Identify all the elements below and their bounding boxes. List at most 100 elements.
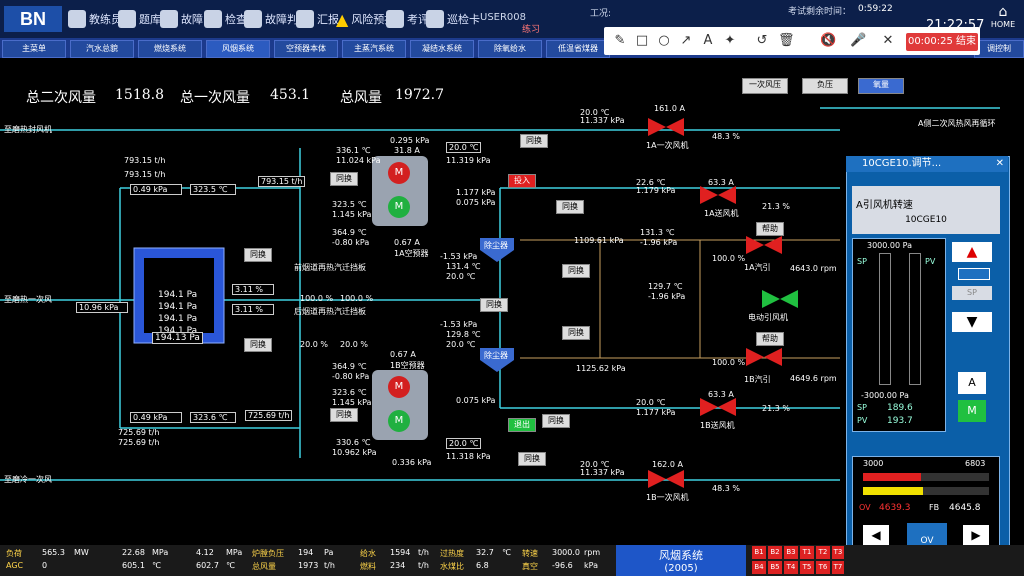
alarm-cell[interactable]: B3 [784,546,798,559]
load-unit: MW [74,548,89,557]
switch-button[interactable]: 同换 [562,264,590,278]
toolbar-patrol-button[interactable]: 巡检卡 [426,4,480,34]
nav-main-steam[interactable]: 主蒸汽系统 [342,40,406,58]
exit-button[interactable]: 退出 [508,418,536,432]
recirculation-label: A侧二次风热风再循环 [918,119,996,128]
toolbar-eval-button[interactable]: 考评 [386,4,429,34]
alarm-cell[interactable]: B2 [768,546,782,559]
value-label: -1.53 kPa [440,252,478,261]
trash-icon[interactable]: 🗑 [778,33,795,49]
close-icon[interactable]: ✕ [880,33,896,49]
patrol-icon [426,10,444,28]
alarm-cell[interactable]: T5 [800,561,814,574]
primary-air-pressure-button[interactable]: 一次风压 [742,78,788,94]
toolbar-report-button[interactable]: 汇报 [296,4,339,34]
alarm-cell[interactable]: T3 [832,546,844,559]
switch-button[interactable]: 同换 [244,338,272,352]
left-button[interactable]: ◀ [863,525,889,545]
nav-steam-water[interactable]: 汽水总貌 [70,40,134,58]
value-label: 161.0 A [654,104,685,113]
nav-feedwater[interactable]: 除氧给水 [478,40,542,58]
arrow-right-icon: ▶ [971,528,981,542]
value-label: -0.80 kPa [332,238,370,247]
alarm-cell[interactable]: T7 [832,561,844,574]
alarm-cell[interactable]: T6 [816,561,830,574]
motor-icon[interactable]: M [388,410,410,432]
switch-button[interactable]: 同换 [330,408,358,422]
switch-button[interactable]: 同换 [562,326,590,340]
home-button[interactable]: ⌂ HOME [986,4,1020,34]
motor-icon[interactable]: M [388,376,410,398]
toolbar-question-bank-button[interactable]: 题库 [118,4,161,34]
switch-button[interactable]: 同换 [244,248,272,262]
circle-icon[interactable]: ○ [656,33,672,49]
undo-icon[interactable]: ↺ [754,33,770,49]
value-label: 21.3 % [762,404,790,413]
alarm-cell[interactable]: T1 [800,546,814,559]
output-panel: 3000 6803 OV 4639.3 FB 4645.8 ◀ OV ▶ [852,456,1000,554]
furnace-label: 炉膛负压 [252,549,284,558]
oxygen-button[interactable]: 氧量 [858,78,904,94]
switch-button[interactable]: 同换 [480,298,508,312]
toolbar-fault-button[interactable]: 故障 [160,4,203,34]
nav-economizer[interactable]: 低温省煤器 [546,40,610,58]
water-label: 给水 [360,549,376,558]
nav-control[interactable]: 调控制 [974,40,1024,58]
nav-main-menu[interactable]: 主菜单 [2,40,66,58]
air-preheater-a: M M [372,156,428,226]
ov-value: 4639.3 [879,503,911,513]
manual-button[interactable]: M [958,400,986,422]
value-label: 48.3 % [712,484,740,493]
switch-button[interactable]: 同换 [542,414,570,428]
switch-button[interactable]: 同换 [520,134,548,148]
alarm-cell[interactable]: T2 [816,546,830,559]
nav-combustion[interactable]: 燃烧系统 [138,40,202,58]
motor-icon[interactable]: M [388,162,410,184]
alarm-cell[interactable]: B4 [752,561,766,574]
alarm-cell[interactable]: B1 [752,546,766,559]
right-button[interactable]: ▶ [963,525,989,545]
close-icon[interactable]: ✕ [996,156,1004,172]
arrow-icon[interactable]: ↗ [678,33,694,49]
warning-icon: ▲ [336,9,349,29]
flow-box: 793.15 t/h [258,176,306,187]
person-icon [68,10,86,28]
mic-mute-icon[interactable]: 🎤 [850,33,866,49]
switch-button[interactable]: 同换 [330,172,358,186]
toolbar-check-button[interactable]: 检查 [204,4,247,34]
help-button[interactable]: 帮助 [756,332,784,346]
decrease-button[interactable]: ▼ [952,312,992,332]
nav-condensate[interactable]: 凝结水系统 [410,40,474,58]
value-label: 129.7 ℃ [648,282,683,291]
recording-timer-button[interactable]: 00:00:25 结束 [906,33,978,51]
auto-button[interactable]: A [958,372,986,394]
air-unit: t/h [324,561,335,570]
highlighter-icon[interactable]: ✦ [722,33,738,49]
text-icon[interactable]: A [700,33,716,49]
input-button[interactable]: 投入 [508,174,536,188]
value-label: 1125.62 kPa [576,364,626,373]
increase-button[interactable]: ▲ [952,242,992,262]
switch-button[interactable]: 同换 [556,200,584,214]
nav-air-flue[interactable]: 风烟系统 [206,40,270,58]
pen-icon[interactable]: ✎ [612,33,628,49]
value-label: 63.3 A [708,390,734,399]
value-label: 1.179 kPa [636,186,676,195]
alarm-cell[interactable]: T4 [784,561,798,574]
toolbar-label: 巡检卡 [447,13,480,26]
agc-label: AGC [6,561,24,570]
switch-button[interactable]: 同换 [518,452,546,466]
value-label: -1.96 kPa [640,238,678,247]
alarm-cell[interactable]: B5 [768,561,782,574]
motor-icon[interactable]: M [388,196,410,218]
nav-air-preheater[interactable]: 空预器本体 [274,40,338,58]
speaker-mute-icon[interactable]: 🔇 [820,33,836,49]
sp-button[interactable]: SP [952,286,992,300]
rectangle-icon[interactable]: □ [634,33,650,49]
help-button[interactable]: 帮助 [756,222,784,236]
range-max: 6803 [965,459,986,468]
value-label: 10.962 kPa [332,448,377,457]
sp-bottom: -3000.00 Pa [861,391,909,400]
negative-pressure-button[interactable]: 负压 [802,78,848,94]
box-value: 194.1 Pa [158,290,198,300]
